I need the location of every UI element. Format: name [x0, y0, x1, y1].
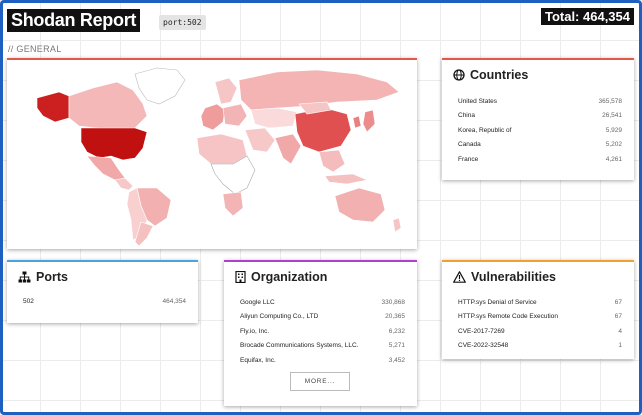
- country-count: 26,541: [602, 112, 622, 120]
- org-name: Equifax, Inc.: [240, 356, 276, 364]
- map-alaska[interactable]: [36, 91, 70, 123]
- organization-card: Organization Google LLC 330,868 Aliyun Co…: [224, 260, 417, 406]
- map-canada[interactable]: [68, 81, 148, 131]
- list-item[interactable]: Google LLC 330,868: [240, 295, 405, 310]
- list-item[interactable]: HTTP.sys Remote Code Execution 67: [458, 310, 622, 325]
- organization-header: Organization: [224, 262, 417, 292]
- map-central-asia[interactable]: [250, 107, 298, 129]
- port-number: 502: [23, 297, 34, 305]
- org-name: Aliyun Computing Co., LTD: [240, 313, 319, 321]
- vuln-count: 67: [614, 313, 622, 321]
- list-item[interactable]: Aliyun Computing Co., LTD 20,365: [240, 310, 405, 325]
- map-greenland[interactable]: [134, 67, 186, 105]
- country-count: 365,578: [598, 97, 623, 105]
- total-results: Total: 464,354: [540, 8, 634, 25]
- list-item[interactable]: Canada 5,202: [458, 138, 622, 153]
- page-title: Shodan Report: [7, 9, 141, 32]
- vuln-name: CVE-2017-7269: [458, 327, 505, 335]
- country-name: United States: [458, 97, 498, 105]
- section-label-general: // GENERAL: [8, 44, 62, 54]
- ports-header: Ports: [7, 262, 198, 292]
- country-count: 5,929: [605, 126, 622, 134]
- vulnerabilities-header: Vulnerabilities: [442, 262, 634, 292]
- warning-icon: [453, 271, 466, 283]
- countries-title: Countries: [470, 68, 529, 82]
- list-item[interactable]: HTTP.sys Denial of Service 67: [458, 295, 622, 310]
- more-button[interactable]: MORE...: [290, 372, 350, 391]
- vulnerabilities-title: Vulnerabilities: [471, 270, 556, 284]
- sitemap-icon: [18, 271, 31, 283]
- list-item[interactable]: United States 365,578: [458, 94, 622, 109]
- countries-card: Countries United States 365,578 China 26,5…: [442, 58, 634, 180]
- vuln-count: 67: [614, 298, 622, 306]
- ports-title: Ports: [36, 270, 68, 284]
- country-count: 5,202: [605, 141, 622, 149]
- vuln-name: HTTP.sys Denial of Service: [458, 298, 537, 306]
- map-japan[interactable]: [362, 109, 376, 133]
- map-united-states[interactable]: [80, 127, 148, 161]
- org-name: Brocade Communications Systems, LLC.: [240, 342, 359, 350]
- list-item[interactable]: CVE-2022-32548 1: [458, 339, 622, 354]
- map-china[interactable]: [294, 107, 352, 153]
- list-item[interactable]: CVE-2017-7269 4: [458, 324, 622, 339]
- globe-icon: [453, 69, 465, 81]
- vuln-name: HTTP.sys Remote Code Execution: [458, 313, 558, 321]
- building-icon: [235, 271, 246, 283]
- country-name: France: [458, 155, 479, 163]
- org-count: 5,271: [388, 342, 405, 350]
- map-scandinavia[interactable]: [214, 77, 238, 105]
- map-north-africa[interactable]: [196, 133, 248, 165]
- map-south-africa[interactable]: [222, 191, 244, 217]
- map-central-america[interactable]: [114, 177, 134, 191]
- country-name: China: [458, 112, 475, 120]
- list-item[interactable]: France 4,261: [458, 152, 622, 167]
- map-southeast-asia[interactable]: [318, 149, 346, 173]
- world-map-card: [7, 58, 417, 249]
- org-name: Google LLC: [240, 298, 275, 306]
- map-mexico[interactable]: [86, 155, 126, 181]
- list-item[interactable]: Korea, Republic of 5,929: [458, 123, 622, 138]
- country-name: Korea, Republic of: [458, 126, 512, 134]
- list-item[interactable]: China 26,541: [458, 109, 622, 124]
- map-europe-west[interactable]: [200, 103, 226, 131]
- org-count: 3,452: [388, 356, 405, 364]
- map-new-zealand[interactable]: [392, 217, 402, 233]
- list-item[interactable]: Fly.io, Inc. 6,232: [240, 324, 405, 339]
- org-count: 6,232: [388, 327, 405, 335]
- list-item[interactable]: 502 464,354: [23, 294, 186, 309]
- query-badge: port:502: [159, 15, 206, 30]
- vuln-count: 4: [618, 327, 622, 335]
- ports-card: Ports 502 464,354: [7, 260, 198, 323]
- vulnerabilities-card: Vulnerabilities HTTP.sys Denial of Servi…: [442, 260, 634, 359]
- country-count: 4,261: [605, 155, 622, 163]
- org-count: 20,365: [385, 313, 405, 321]
- list-item[interactable]: Brocade Communications Systems, LLC. 5,27…: [240, 339, 405, 354]
- map-india[interactable]: [274, 133, 302, 165]
- org-count: 330,868: [381, 298, 406, 306]
- organization-title: Organization: [251, 270, 328, 284]
- vuln-count: 1: [618, 342, 622, 350]
- list-item[interactable]: Equifax, Inc. 3,452: [240, 353, 405, 368]
- country-name: Canada: [458, 141, 481, 149]
- map-korea[interactable]: [352, 115, 362, 129]
- map-indonesia[interactable]: [324, 173, 369, 185]
- world-map: [36, 67, 402, 247]
- org-name: Fly.io, Inc.: [240, 327, 270, 335]
- map-europe-east[interactable]: [222, 103, 248, 127]
- vuln-name: CVE-2022-32548: [458, 342, 509, 350]
- port-count: 464,354: [162, 297, 187, 305]
- map-middle-east[interactable]: [244, 127, 276, 153]
- countries-header: Countries: [442, 60, 634, 90]
- map-australia[interactable]: [334, 187, 386, 223]
